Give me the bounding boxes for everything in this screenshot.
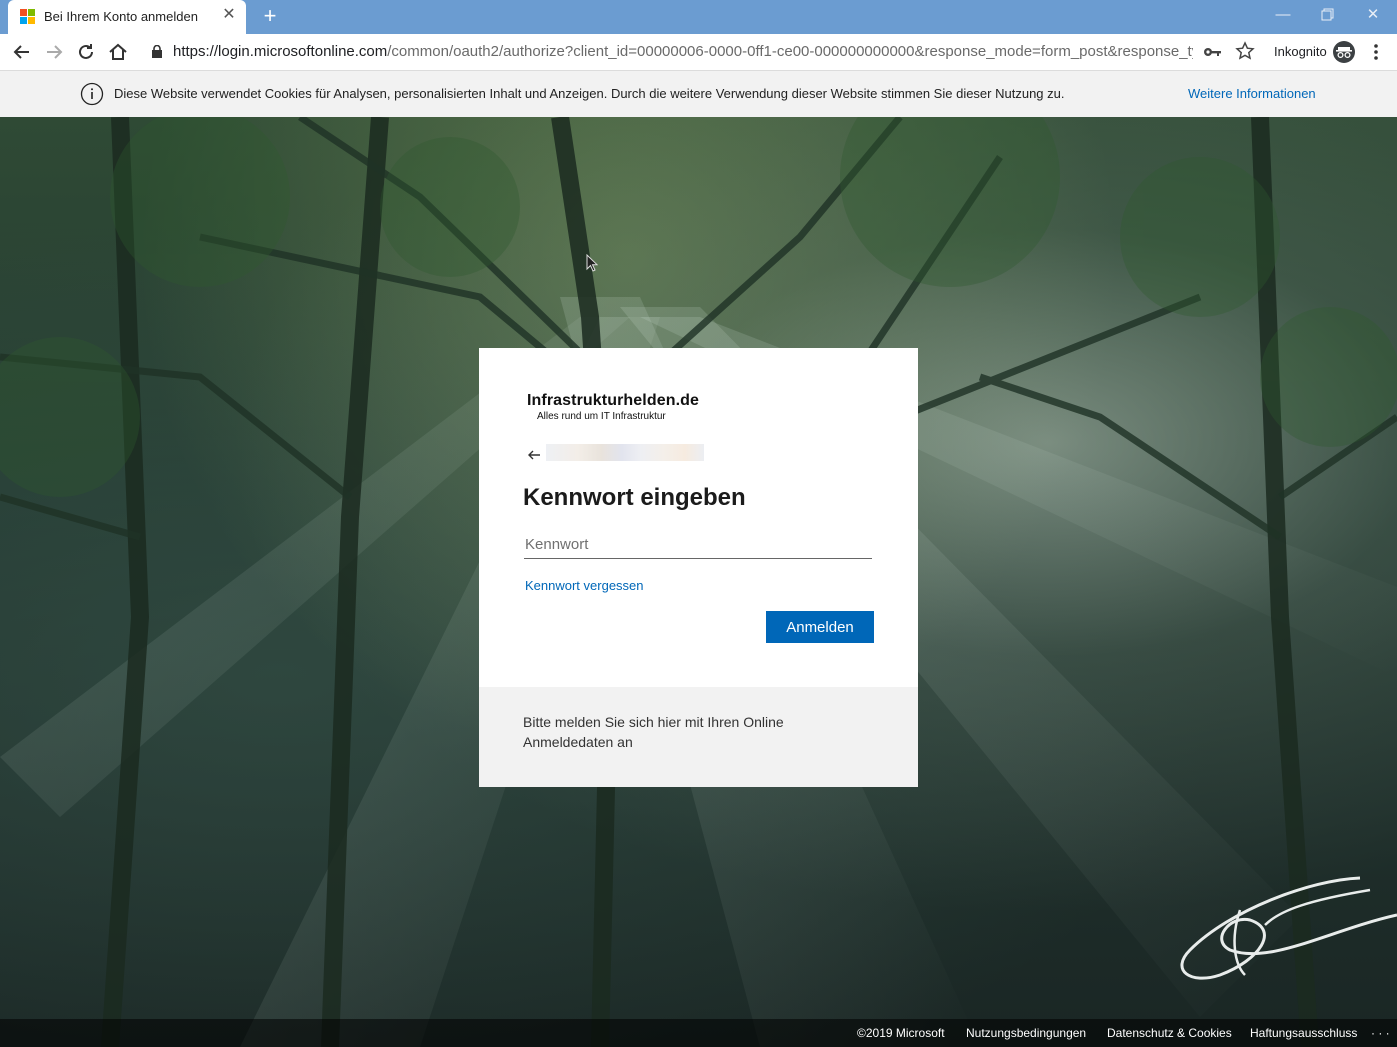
key-icon[interactable] — [1203, 43, 1223, 61]
close-tab-icon[interactable]: ✕ — [220, 6, 238, 24]
incognito-label: Inkognito — [1274, 44, 1327, 59]
footer-privacy-link[interactable]: Datenschutz & Cookies — [1107, 1026, 1232, 1040]
account-identity-redacted[interactable] — [546, 444, 704, 461]
browser-toolbar: https://login.microsoftonline.com/common… — [0, 34, 1397, 71]
page-title: Kennwort eingeben — [523, 484, 746, 511]
login-card: Infrastrukturhelden.de Alles rund um IT … — [479, 348, 918, 687]
forward-icon[interactable] — [42, 40, 66, 64]
star-icon[interactable] — [1235, 41, 1255, 61]
mouse-cursor-icon — [586, 253, 599, 272]
new-tab-icon[interactable]: + — [258, 5, 282, 29]
restore-icon[interactable] — [1315, 4, 1341, 26]
brand-name: Infrastrukturhelden.de — [527, 392, 700, 409]
cookie-banner-text: Diese Website verwendet Cookies für Anal… — [114, 86, 1065, 101]
info-icon — [80, 82, 104, 106]
url-host: https://login.microsoftonline.com — [173, 43, 388, 60]
tab-strip: Bei Ihrem Konto anmelden ✕ + — ✕ — [0, 0, 1397, 34]
cookie-banner: Diese Website verwendet Cookies für Anal… — [0, 71, 1397, 117]
footer-disclaimer-link[interactable]: Haftungsausschluss — [1250, 1026, 1357, 1040]
footer-more-icon[interactable]: · · · — [1371, 1026, 1390, 1040]
tab-title: Bei Ihrem Konto anmelden — [44, 9, 198, 24]
back-icon[interactable] — [10, 40, 34, 64]
more-info-link[interactable]: Weitere Informationen — [1188, 86, 1316, 101]
signature-watermark — [1170, 870, 1397, 990]
menu-icon[interactable] — [1366, 41, 1386, 63]
forgot-password-link[interactable]: Kennwort vergessen — [525, 578, 644, 593]
address-bar[interactable]: https://login.microsoftonline.com/common… — [173, 43, 1193, 60]
microsoft-logo-icon — [20, 9, 36, 25]
page-footer: ©2019 Microsoft Nutzungsbedingungen Date… — [0, 1019, 1397, 1047]
back-arrow-icon[interactable] — [527, 448, 541, 462]
login-hint-text: Bitte melden Sie sich hier mit Ihren Onl… — [523, 714, 784, 750]
password-field[interactable] — [524, 530, 872, 559]
brand-tagline: Alles rund um IT Infrastruktur — [537, 411, 666, 422]
footer-terms-link[interactable]: Nutzungsbedingungen — [966, 1026, 1086, 1040]
lock-icon[interactable] — [152, 44, 162, 58]
incognito-icon[interactable] — [1333, 41, 1355, 63]
reload-icon[interactable] — [74, 40, 98, 64]
browser-tab[interactable]: Bei Ihrem Konto anmelden ✕ — [8, 0, 246, 34]
close-window-icon[interactable]: ✕ — [1360, 4, 1386, 26]
sign-in-button[interactable]: Anmelden — [766, 611, 874, 643]
url-path: /common/oauth2/authorize?client_id=00000… — [387, 43, 1193, 60]
login-card-footer: Bitte melden Sie sich hier mit Ihren Onl… — [479, 687, 918, 787]
home-icon[interactable] — [106, 40, 130, 64]
minimize-icon[interactable]: — — [1270, 4, 1296, 26]
footer-copyright: ©2019 Microsoft — [857, 1026, 945, 1040]
